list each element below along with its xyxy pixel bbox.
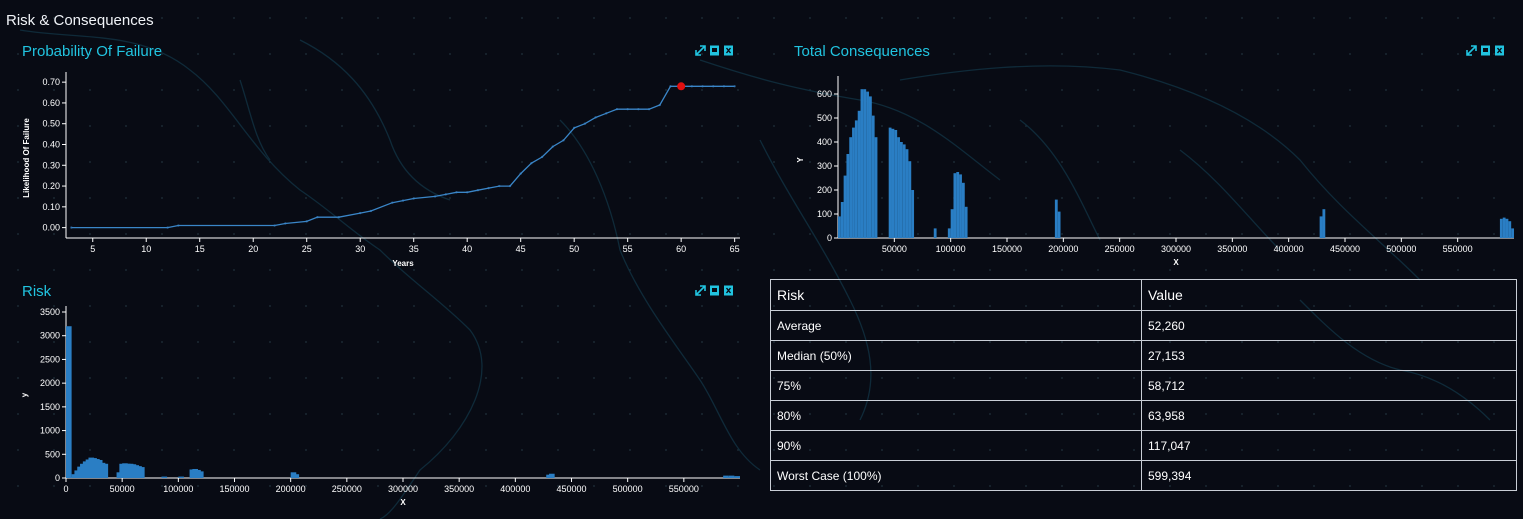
histogram-bar — [723, 475, 729, 478]
table-header-row: Risk Value — [770, 279, 1517, 311]
histogram-bar — [178, 476, 184, 478]
histogram-bar — [139, 467, 145, 478]
table-row: Median (50%) 27,153 — [770, 340, 1517, 371]
y-tick-label: 3500 — [40, 307, 60, 317]
histogram-bar — [734, 476, 740, 478]
x-tick-label: 450000 — [556, 484, 586, 494]
x-tick-label: 0 — [63, 484, 68, 494]
row-value: 58,712 — [1141, 370, 1517, 401]
row-value: 63,958 — [1141, 400, 1517, 431]
row-label: 90% — [770, 430, 1142, 461]
row-label: Average — [770, 310, 1142, 341]
row-value: 599,394 — [1141, 460, 1517, 491]
x-tick-label: 100000 — [163, 484, 193, 494]
column-header-value: Value — [1141, 279, 1517, 311]
x-tick-label: 350000 — [444, 484, 474, 494]
x-tick-label: 500000 — [613, 484, 643, 494]
row-value: 117,047 — [1141, 430, 1517, 461]
y-tick-label: 2000 — [40, 378, 60, 388]
x-axis-label: X — [400, 498, 406, 507]
row-label: 75% — [770, 370, 1142, 401]
y-tick-label: 500 — [45, 449, 60, 459]
histogram-bar — [66, 326, 72, 478]
x-tick-label: 550000 — [669, 484, 699, 494]
table-row: 75% 58,712 — [770, 370, 1517, 401]
histogram-bar — [728, 475, 735, 478]
column-header-risk: Risk — [770, 279, 1142, 311]
row-label: Worst Case (100%) — [770, 460, 1142, 491]
row-value: 27,153 — [1141, 340, 1517, 371]
table-row: Average 52,260 — [770, 310, 1517, 341]
table-row: Worst Case (100%) 599,394 — [770, 460, 1517, 491]
x-tick-label: 250000 — [332, 484, 362, 494]
table-row: 90% 117,047 — [770, 430, 1517, 461]
histogram-bar — [161, 476, 168, 478]
table-row: 80% 63,958 — [770, 400, 1517, 431]
risk-statistics-table: Risk Value Average 52,260 Median (50%) 27,… — [770, 279, 1517, 491]
row-label: Median (50%) — [770, 340, 1142, 371]
histogram-bar — [102, 463, 109, 478]
row-value: 52,260 — [1141, 310, 1517, 341]
y-tick-label: 2500 — [40, 354, 60, 364]
histogram-bar — [549, 473, 555, 478]
x-tick-label: 300000 — [388, 484, 418, 494]
x-tick-label: 400000 — [500, 484, 530, 494]
row-label: 80% — [770, 400, 1142, 431]
x-tick-label: 150000 — [219, 484, 249, 494]
y-axis-label: y — [20, 392, 29, 397]
y-tick-label: 1500 — [40, 402, 60, 412]
histogram-bar — [197, 471, 204, 478]
x-tick-label: 200000 — [276, 484, 306, 494]
y-tick-label: 3000 — [40, 331, 60, 341]
y-tick-label: 0 — [55, 473, 60, 483]
y-tick-label: 1000 — [40, 426, 60, 436]
x-tick-label: 50000 — [110, 484, 135, 494]
histogram-bar — [293, 474, 300, 478]
